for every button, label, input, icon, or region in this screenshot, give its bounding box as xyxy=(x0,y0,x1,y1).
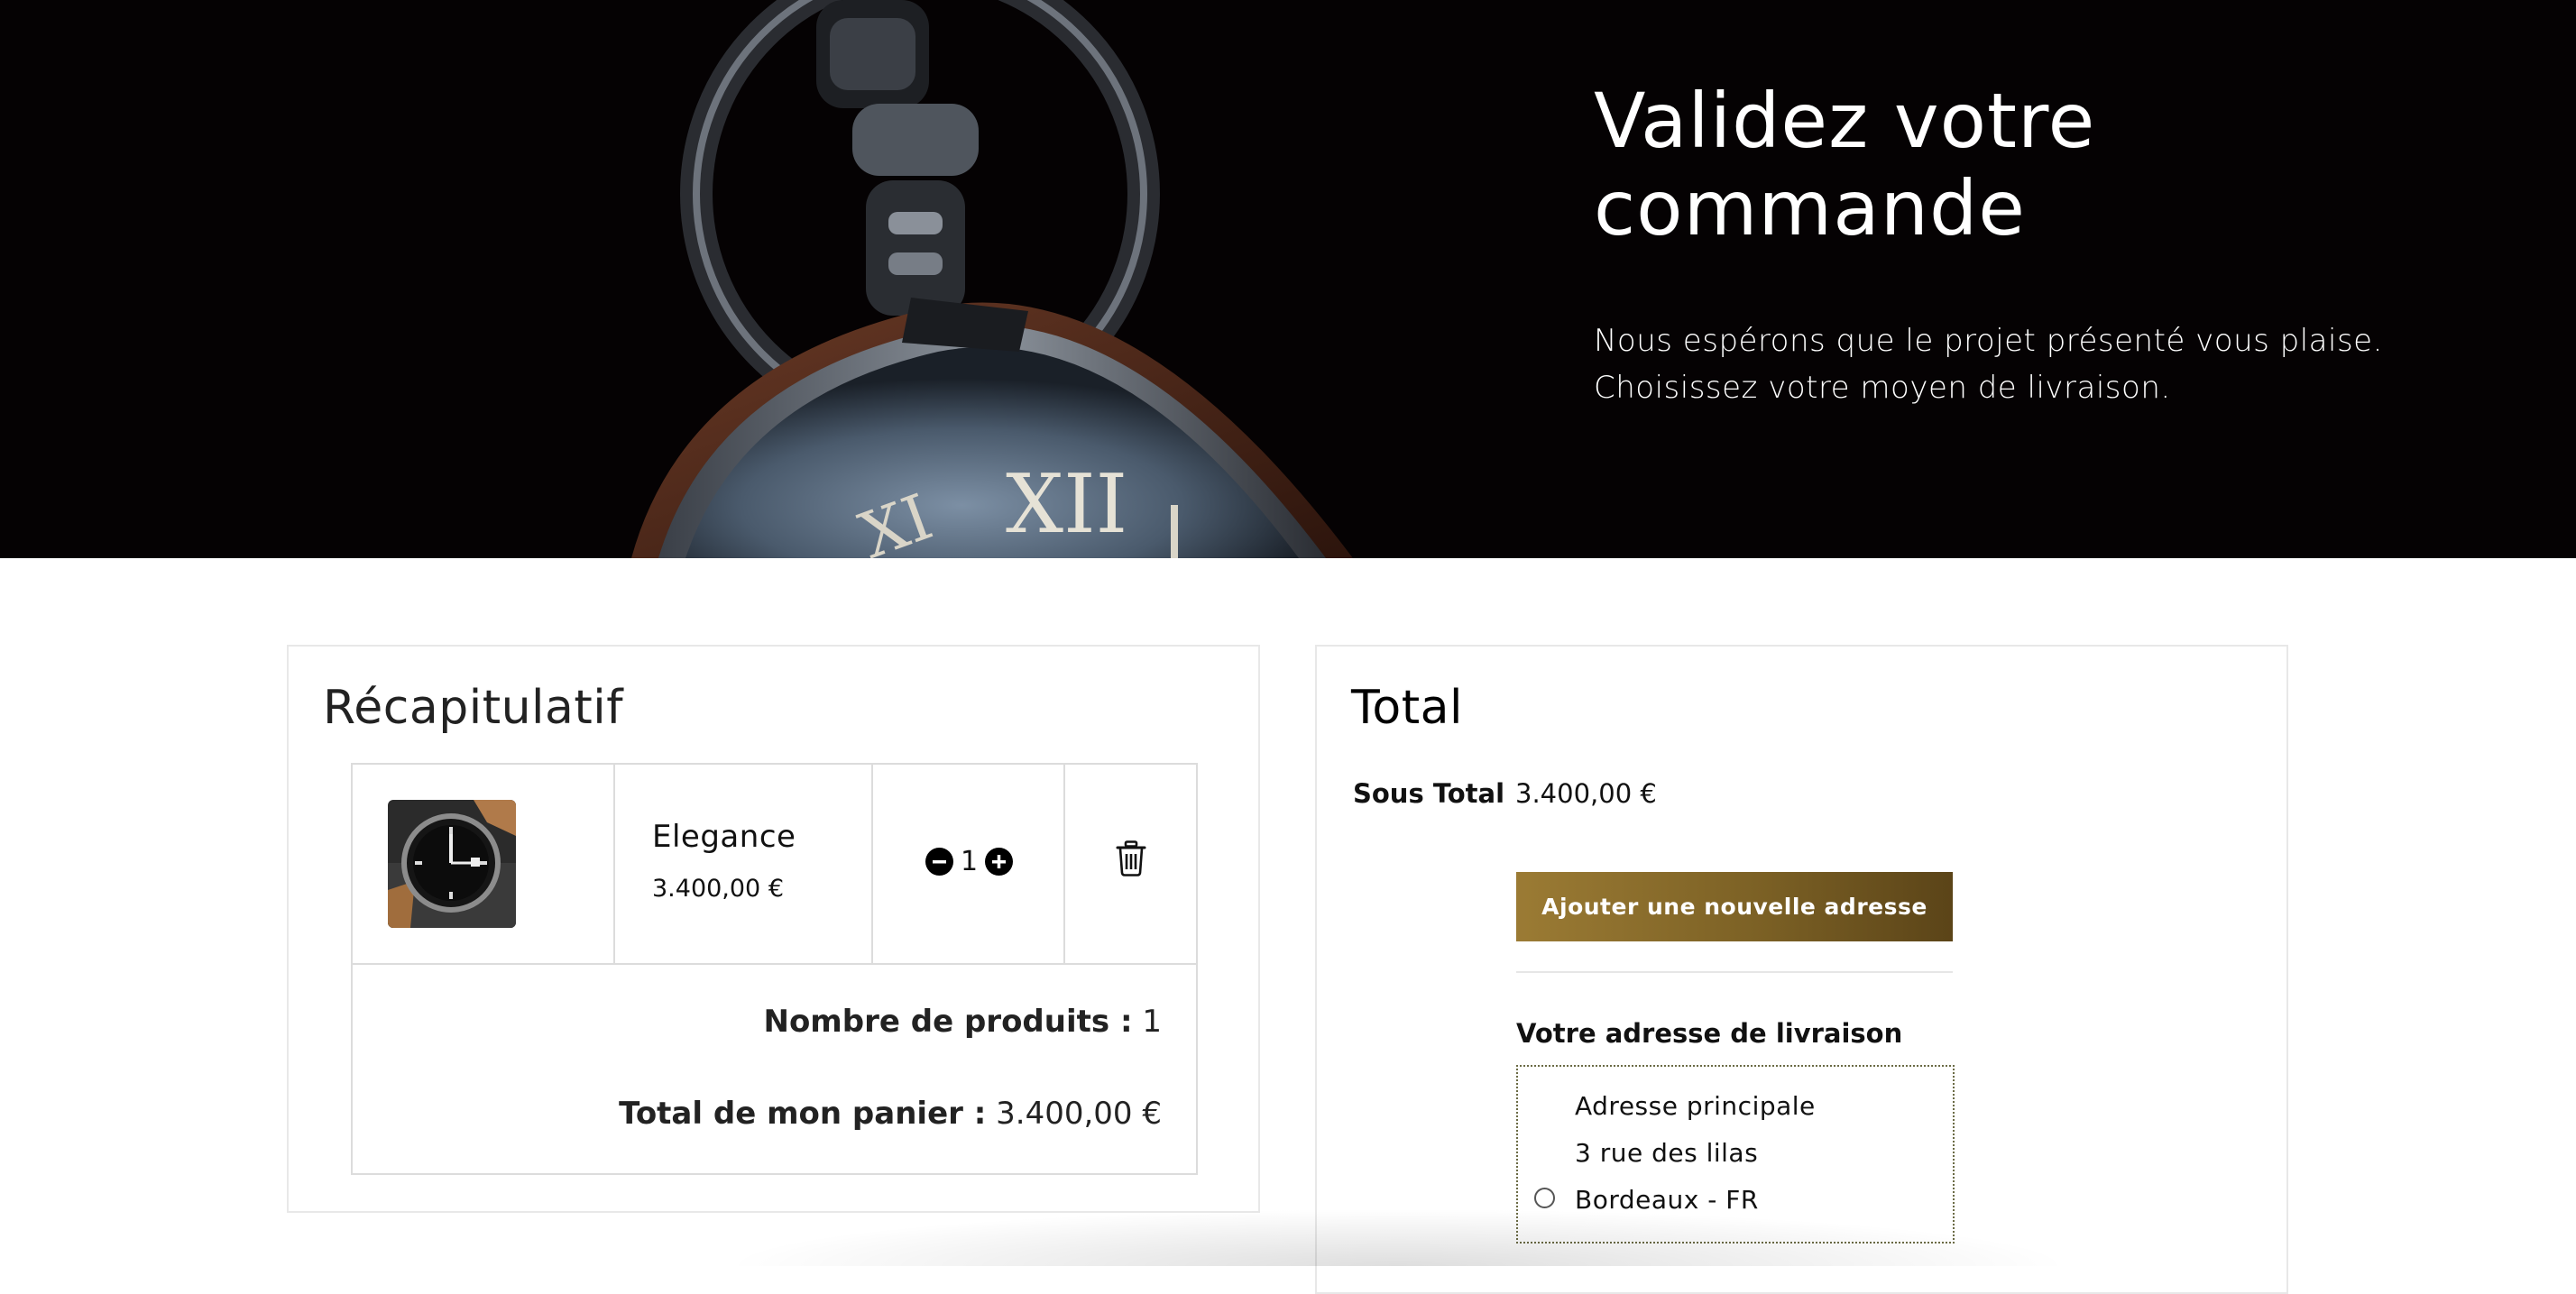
product-name[interactable]: Elegance xyxy=(652,819,796,855)
address-city: Bordeaux - FR xyxy=(1575,1185,1759,1215)
address-option[interactable]: Adresse principale 3 rue des lilas Borde… xyxy=(1516,1065,1955,1244)
minus-circle-icon[interactable] xyxy=(925,848,953,876)
watch-thumbnail-icon xyxy=(388,800,516,928)
cart-image-cell xyxy=(353,765,615,965)
shipping-address-label: Votre adresse de livraison xyxy=(1516,1018,1903,1049)
cart-total: Total de mon panier : 3.400,00 € xyxy=(619,1096,1162,1132)
cart-total-value: 3.400,00 € xyxy=(996,1096,1162,1132)
product-count-value: 1 xyxy=(1142,1004,1162,1040)
radio-unchecked-icon[interactable] xyxy=(1534,1188,1555,1208)
trash-icon[interactable] xyxy=(1116,840,1146,876)
product-thumbnail[interactable] xyxy=(388,800,516,928)
product-count: Nombre de produits : 1 xyxy=(763,1004,1162,1040)
cart-quantity-cell: 1 xyxy=(873,765,1065,965)
svg-text:XII: XII xyxy=(1006,457,1127,552)
total-title: Total xyxy=(1351,681,1463,735)
divider xyxy=(1516,971,1953,973)
recap-card: Récapitulatif Elegance 3.400,00 € 1 Nomb… xyxy=(287,645,1260,1213)
total-card: Total Sous Total 3.400,00 € Ajouter une … xyxy=(1315,645,2288,1294)
address-name: Adresse principale xyxy=(1575,1091,1816,1121)
plus-circle-icon[interactable] xyxy=(985,848,1014,876)
address-street: 3 rue des lilas xyxy=(1575,1138,1759,1168)
subtotal-value: 3.400,00 € xyxy=(1515,778,1657,809)
cart-table: Elegance 3.400,00 € 1 Nombre de produits… xyxy=(351,763,1198,1175)
hero-banner: XII XI Validez votre commande Nous espér… xyxy=(0,0,2576,558)
product-price: 3.400,00 € xyxy=(652,875,784,903)
hero-title: Validez votre commande xyxy=(1594,77,2096,252)
pocket-watch-image: XII XI xyxy=(631,0,1353,558)
quantity-stepper: 1 xyxy=(873,846,1065,877)
hero-text: Validez votre commande Nous espérons que… xyxy=(1594,78,2550,411)
cart-total-label: Total de mon panier : xyxy=(619,1096,987,1132)
cart-product-cell: Elegance 3.400,00 € xyxy=(615,765,873,965)
add-address-button[interactable]: Ajouter une nouvelle adresse xyxy=(1516,872,1953,941)
cart-remove-cell xyxy=(1065,765,1198,965)
subtotal-label: Sous Total xyxy=(1353,778,1505,809)
product-count-label: Nombre de produits : xyxy=(763,1004,1133,1040)
hero-subtitle: Nous espérons que le projet présenté vou… xyxy=(1594,323,2383,406)
recap-title: Récapitulatif xyxy=(323,681,623,735)
quantity-value: 1 xyxy=(960,846,979,877)
